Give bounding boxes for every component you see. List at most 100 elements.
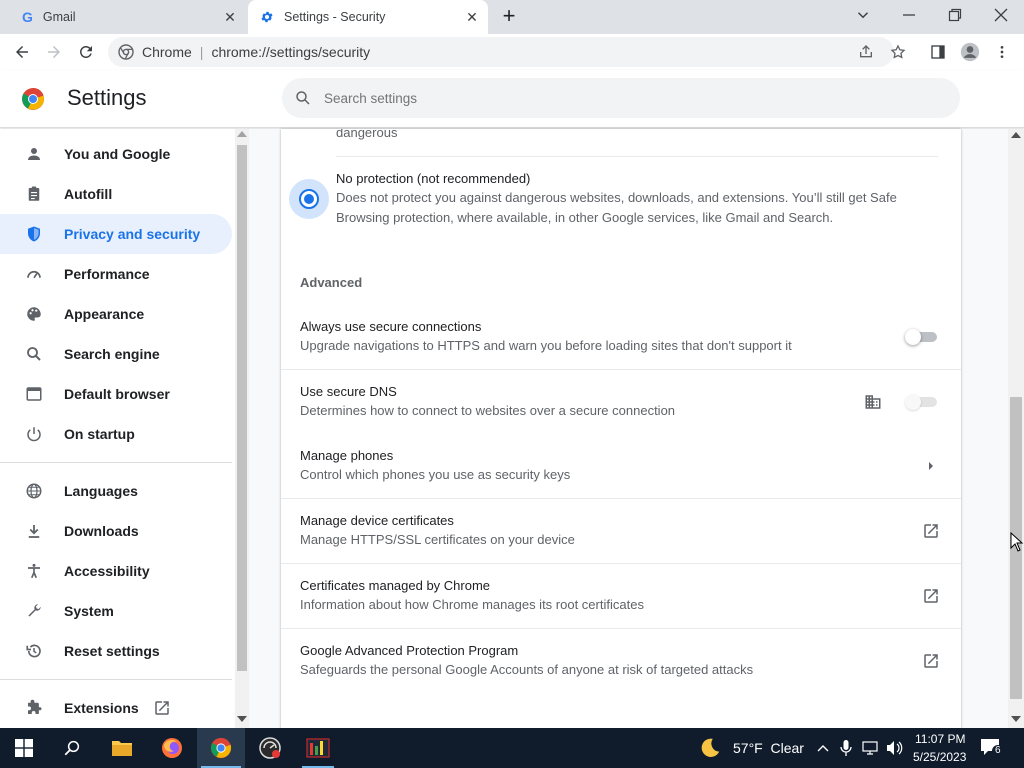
open-in-new-icon [921,521,941,541]
microphone-icon[interactable] [840,740,852,756]
secure-dns-toggle[interactable] [905,394,937,410]
volume-icon[interactable] [886,740,904,756]
secure-connections-toggle[interactable] [905,329,937,345]
url-text: chrome://settings/security [211,44,371,60]
share-button[interactable] [854,40,878,64]
advanced-heading: Advanced [300,275,363,290]
taskbar-search-button[interactable] [48,728,96,768]
scroll-down-arrow-icon[interactable] [237,716,247,722]
tab-gmail[interactable]: G Gmail ✕ [8,0,246,34]
no-protection-title: No protection (not recommended) [336,171,531,186]
page-scrollbar[interactable] [1008,129,1024,728]
clock-date[interactable]: 5/25/2023 [913,750,966,764]
row-title: Manage phones [300,448,394,463]
sidebar-item-autofill[interactable]: Autofill [0,174,232,214]
scroll-up-arrow-icon[interactable] [237,131,247,137]
omnibox-separator: | [199,44,204,60]
row-title: Google Advanced Protection Program [300,643,519,658]
site-label: Chrome [142,44,192,60]
firefox-button[interactable] [148,728,196,768]
file-explorer-button[interactable] [98,728,146,768]
arrow-right-icon [48,46,60,58]
sidebar-item-downloads[interactable]: Downloads [0,511,232,551]
manage-phones-row[interactable]: Manage phones Control which phones you u… [281,434,961,498]
sidebar-item-on-startup[interactable]: On startup [0,414,232,454]
chrome-certificates-row[interactable]: Certificates managed by Chrome Informati… [281,564,961,628]
option-description-tail: dangerous [336,129,398,140]
side-panel-icon [931,45,945,59]
settings-sidebar: You and Google Autofill Privacy and secu… [0,129,235,728]
show-hidden-icons-chevron-icon[interactable] [816,741,830,755]
row-title: Certificates managed by Chrome [300,578,491,593]
close-tab-icon[interactable]: ✕ [222,9,238,25]
network-icon[interactable] [862,740,880,756]
sidebar-item-accessibility[interactable]: Accessibility [0,551,232,591]
no-protection-radio[interactable] [289,179,329,219]
firefox-icon [162,738,182,758]
secure-connections-row[interactable]: Always use secure connections Upgrade na… [281,305,961,369]
search-icon [64,740,80,756]
share-icon [860,45,872,58]
tab-search-chevron-icon[interactable] [854,6,872,24]
windows-logo-icon [15,739,33,757]
search-icon [294,89,312,107]
forward-button[interactable] [42,40,66,64]
profile-button[interactable] [958,40,982,64]
address-bar[interactable]: Chrome | chrome://settings/security [108,37,894,67]
secure-dns-row[interactable]: Use secure DNS Determines how to connect… [281,370,961,434]
avatar-icon [960,42,980,62]
sidebar-item-privacy-and-security[interactable]: Privacy and security [0,214,232,254]
app-taskbar-button[interactable] [294,728,342,768]
close-window-button[interactable] [992,6,1010,24]
recorder-icon [259,737,281,759]
sidebar-item-appearance[interactable]: Appearance [0,294,232,334]
new-tab-button[interactable]: + [498,5,520,28]
no-protection-desc-line1: Does not protect you against dangerous w… [336,190,897,205]
side-panel-button[interactable] [926,40,950,64]
scrollbar-thumb[interactable] [237,145,247,671]
row-subtitle: Determines how to connect to websites ov… [300,403,676,418]
sidebar-item-languages[interactable]: Languages [0,471,232,511]
restore-button[interactable] [946,6,964,24]
arrow-left-icon [16,46,28,58]
close-tab-icon[interactable]: ✕ [464,9,480,25]
palette-icon [24,304,44,324]
sidebar-item-reset-settings[interactable]: Reset settings [0,631,232,671]
scroll-down-arrow-icon[interactable] [1011,716,1021,722]
sidebar-item-you-and-google[interactable]: You and Google [0,134,232,174]
power-icon [24,424,44,444]
sidebar-item-default-browser[interactable]: Default browser [0,374,232,414]
weather-widget[interactable] [690,728,730,768]
page-title: Settings [67,85,147,110]
sidebar-item-performance[interactable]: Performance [0,254,232,294]
reload-icon [79,45,92,58]
start-button[interactable] [0,728,48,768]
open-in-new-icon [153,699,171,717]
chrome-taskbar-button[interactable] [197,728,245,768]
sidebar-item-label: You and Google [64,146,171,162]
kebab-menu-icon [1000,46,1004,58]
tab-settings[interactable]: Settings - Security ✕ [248,0,488,34]
menu-button[interactable] [990,40,1014,64]
notification-center-button[interactable]: 6 [980,738,1004,758]
download-icon [24,521,44,541]
reload-button[interactable] [74,40,98,64]
advanced-protection-row[interactable]: Google Advanced Protection Program Safeg… [281,629,961,693]
no-protection-desc-line2: Browsing protection, where available, in… [336,210,834,225]
minimize-button[interactable] [900,6,918,24]
search-input[interactable] [324,90,924,106]
tab-label: Settings - Security [284,10,386,24]
screen-recorder-button[interactable] [246,728,294,768]
sidebar-item-label: Languages [64,483,138,499]
scroll-up-arrow-icon[interactable] [1011,132,1021,138]
search-settings-box[interactable] [282,78,960,118]
sidebar-scrollbar[interactable] [235,129,249,728]
sidebar-item-extensions[interactable]: Extensions [0,688,232,728]
sidebar-item-system[interactable]: System [0,591,232,631]
clock-time[interactable]: 11:07 PM [915,732,965,746]
device-certificates-row[interactable]: Manage device certificates Manage HTTPS/… [281,499,961,563]
bookmark-button[interactable] [886,40,910,64]
weather-text[interactable]: 57°F Clear [733,740,804,756]
sidebar-item-search-engine[interactable]: Search engine [0,334,232,374]
back-button[interactable] [10,40,34,64]
